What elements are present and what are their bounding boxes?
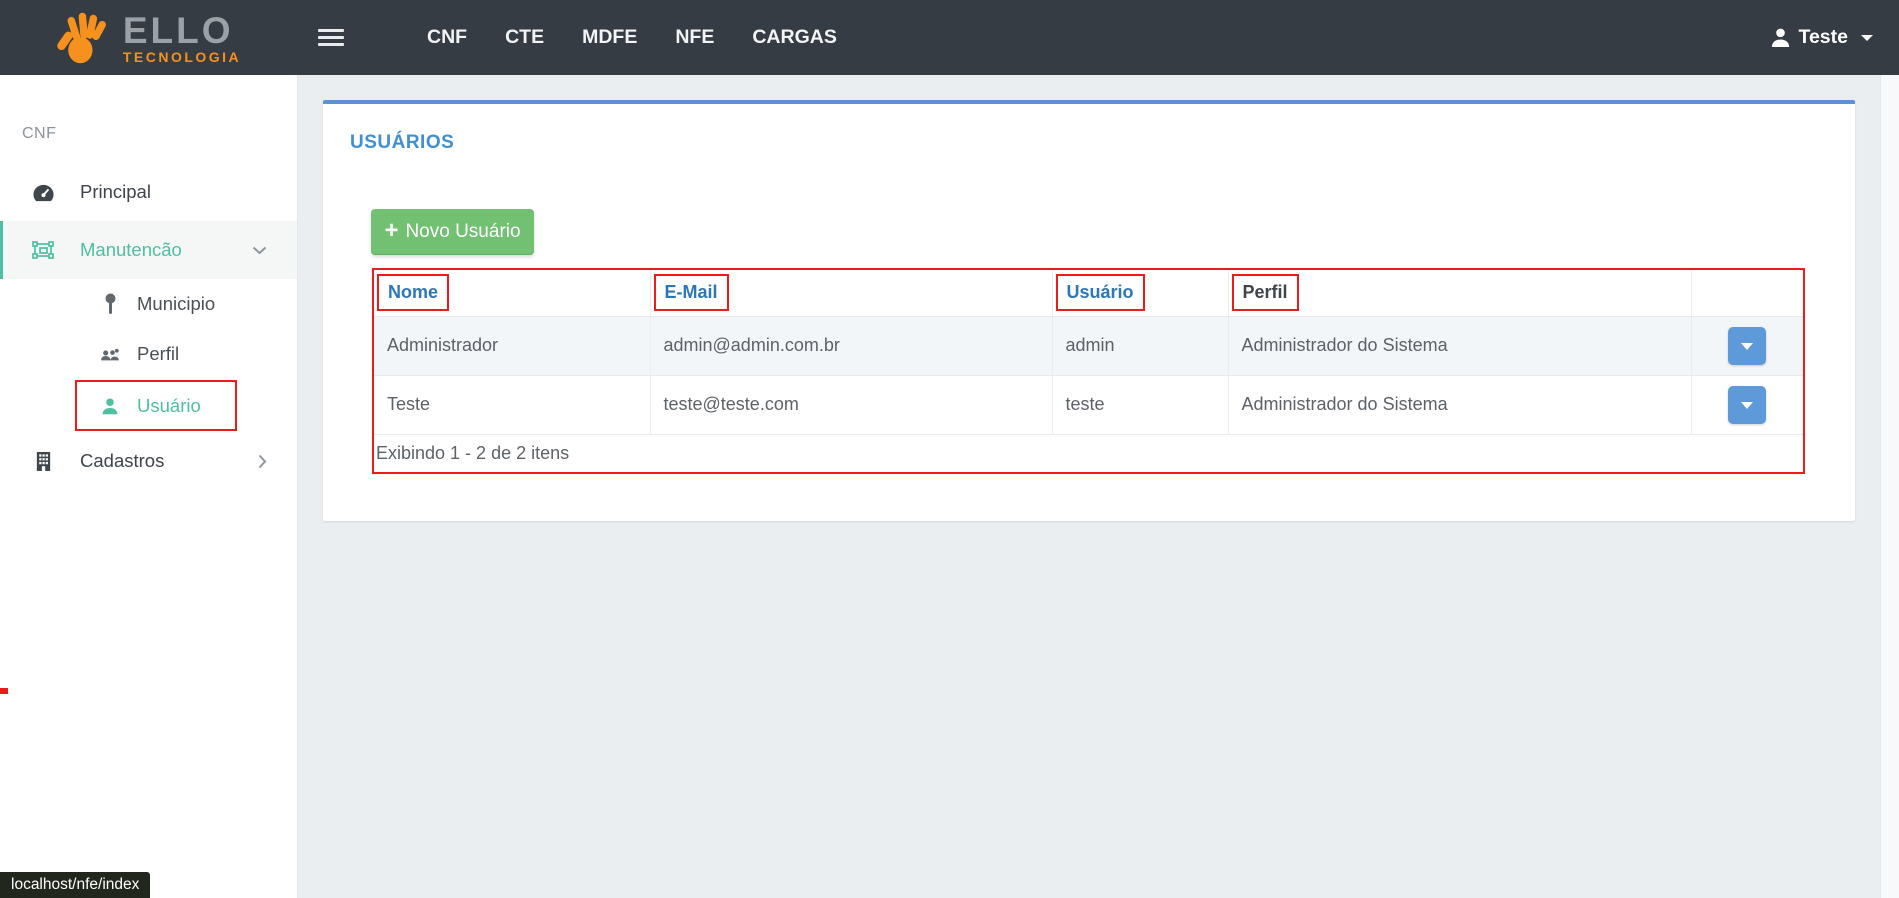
user-icon bbox=[100, 397, 120, 415]
main-nav: CNF CTE MDFE NFE CARGAS bbox=[408, 0, 856, 75]
sidebar-item-label: Perfil bbox=[137, 343, 179, 365]
caret-down-icon bbox=[1741, 343, 1753, 350]
pagination-summary: Exibindo 1 - 2 de 2 itens bbox=[374, 434, 1803, 472]
users-table: Nome E-Mail Usuário Perfil Administrador… bbox=[374, 270, 1803, 472]
table-row: Administrador admin@admin.com.br admin A… bbox=[374, 316, 1803, 375]
caret-down-icon bbox=[1741, 402, 1753, 409]
cell-email: teste@teste.com bbox=[650, 375, 1052, 434]
column-header-nome[interactable]: Nome bbox=[377, 274, 449, 311]
sidebar-item-label: Municipio bbox=[137, 293, 215, 315]
sidebar-item-principal[interactable]: Principal bbox=[0, 163, 297, 221]
user-name: Teste bbox=[1799, 26, 1849, 49]
usuarios-panel: USUÁRIOS + Novo Usuário Nome E-Mail Usuá… bbox=[323, 100, 1855, 521]
nav-item-cnf[interactable]: CNF bbox=[408, 26, 486, 49]
page-title: USUÁRIOS bbox=[350, 132, 454, 154]
chevron-down-icon bbox=[252, 246, 267, 255]
sidebar-item-label: Cadastros bbox=[80, 450, 164, 472]
browser-status-bar: localhost/nfe/index bbox=[0, 872, 150, 898]
table-footer-row: Exibindo 1 - 2 de 2 itens bbox=[374, 434, 1803, 472]
brand-logo[interactable]: ELLO TECNOLOGIA bbox=[0, 0, 298, 75]
row-actions-dropdown-button[interactable] bbox=[1728, 386, 1766, 424]
nav-item-cargas[interactable]: CARGAS bbox=[733, 26, 856, 49]
object-group-icon bbox=[30, 238, 56, 262]
sidebar-item-manutencao[interactable]: Manutencão bbox=[0, 221, 297, 279]
column-header-actions bbox=[1691, 270, 1803, 316]
top-navbar: ELLO TECNOLOGIA CNF CTE MDFE NFE CARGAS … bbox=[0, 0, 1899, 75]
row-actions-dropdown-button[interactable] bbox=[1728, 327, 1766, 365]
column-header-email[interactable]: E-Mail bbox=[654, 274, 729, 311]
cell-email: admin@admin.com.br bbox=[650, 316, 1052, 375]
sidebar-item-cadastros[interactable]: Cadastros bbox=[0, 432, 297, 490]
sidebar-item-municipio[interactable]: Municipio bbox=[0, 279, 297, 329]
sidebar-item-label: Manutencão bbox=[80, 239, 182, 261]
user-menu[interactable]: Teste bbox=[1770, 26, 1874, 49]
column-header-usuario[interactable]: Usuário bbox=[1056, 274, 1145, 311]
hand-icon bbox=[57, 11, 115, 65]
new-user-button-label: Novo Usuário bbox=[405, 221, 520, 243]
cell-usuario: admin bbox=[1052, 316, 1228, 375]
brand-subtitle: TECNOLOGIA bbox=[123, 50, 241, 64]
cell-perfil: Administrador do Sistema bbox=[1228, 375, 1691, 434]
map-pin-icon bbox=[100, 293, 120, 315]
table-row: Teste teste@teste.com teste Administrado… bbox=[374, 375, 1803, 434]
user-icon bbox=[1770, 27, 1791, 48]
sidebar-item-perfil[interactable]: Perfil bbox=[0, 329, 297, 379]
sidebar: CNF Principal Manutencão bbox=[0, 75, 298, 898]
hamburger-icon[interactable] bbox=[318, 21, 352, 55]
dashboard-gauge-icon bbox=[30, 183, 56, 202]
sidebar-item-usuario[interactable]: Usuário bbox=[77, 382, 235, 429]
plus-icon: + bbox=[384, 219, 398, 243]
new-user-button[interactable]: + Novo Usuário bbox=[371, 209, 534, 255]
users-icon bbox=[100, 345, 120, 363]
annotation-red-dash bbox=[0, 688, 8, 694]
brand-name: ELLO bbox=[123, 12, 234, 49]
sidebar-item-label: Usuário bbox=[137, 395, 201, 417]
cell-usuario: teste bbox=[1052, 375, 1228, 434]
table-header-row: Nome E-Mail Usuário Perfil bbox=[374, 270, 1803, 316]
nav-item-cte[interactable]: CTE bbox=[486, 26, 563, 49]
chevron-right-icon bbox=[258, 454, 267, 469]
scrollbar[interactable] bbox=[1880, 75, 1899, 898]
building-icon bbox=[30, 450, 56, 472]
sidebar-section-label: CNF bbox=[22, 125, 297, 143]
cell-nome: Teste bbox=[374, 375, 650, 434]
annotation-box-usuario: Usuário bbox=[75, 380, 237, 431]
nav-item-mdfe[interactable]: MDFE bbox=[563, 26, 656, 49]
main-content: USUÁRIOS + Novo Usuário Nome E-Mail Usuá… bbox=[298, 75, 1880, 898]
cell-perfil: Administrador do Sistema bbox=[1228, 316, 1691, 375]
cell-nome: Administrador bbox=[374, 316, 650, 375]
sidebar-item-label: Principal bbox=[80, 181, 151, 203]
annotation-box-table: Nome E-Mail Usuário Perfil Administrador… bbox=[372, 268, 1805, 474]
chevron-down-icon bbox=[1861, 35, 1873, 41]
nav-item-nfe[interactable]: NFE bbox=[656, 26, 733, 49]
column-header-perfil: Perfil bbox=[1232, 274, 1299, 311]
